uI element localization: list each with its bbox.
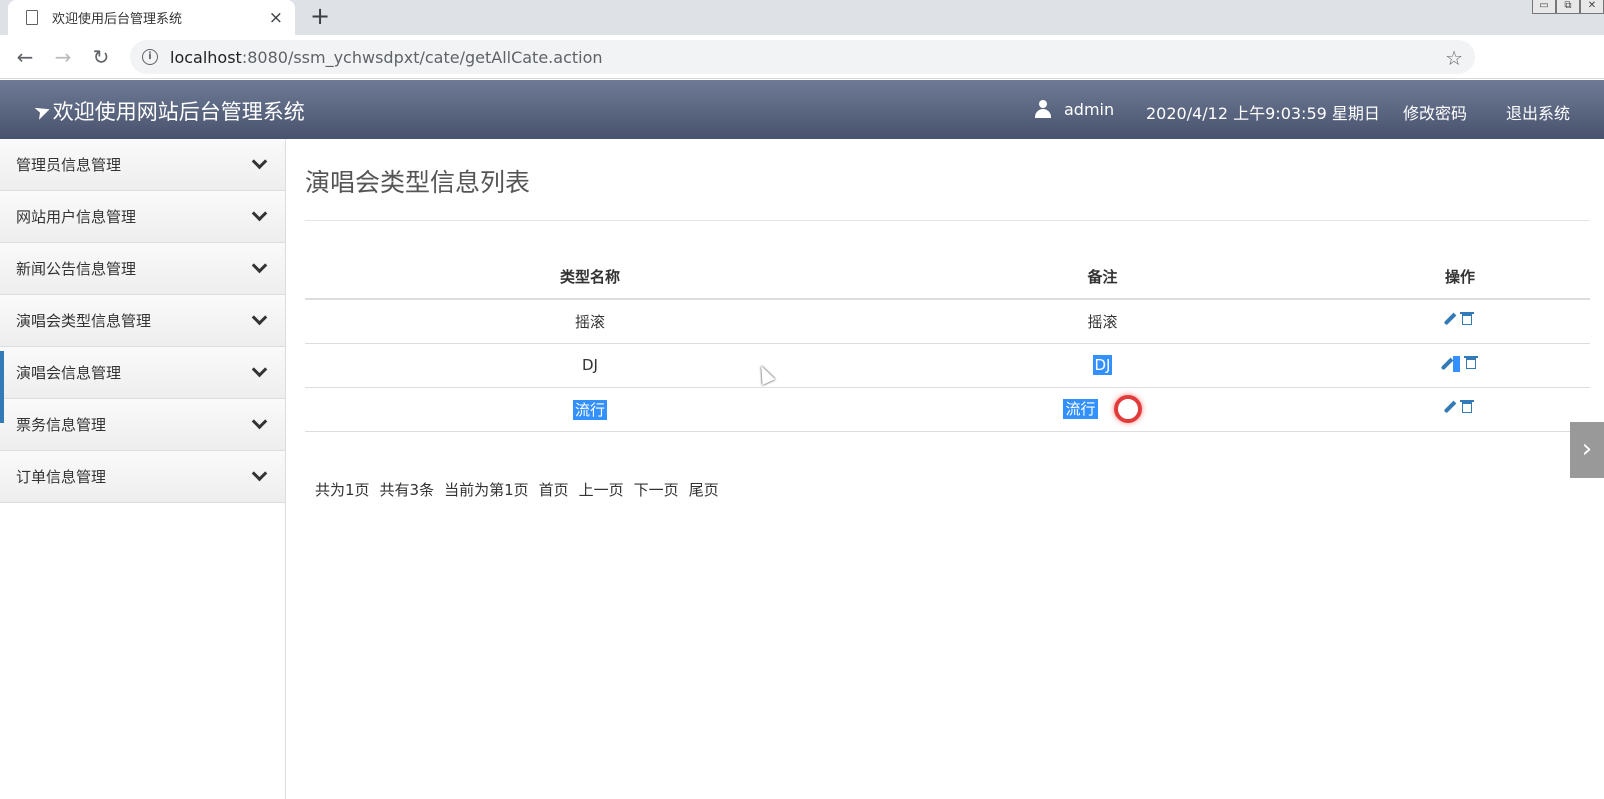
- sidebar-item-label: 订单信息管理: [16, 468, 107, 486]
- pager-total-count: 共有3条: [379, 481, 435, 499]
- trash-icon[interactable]: [1463, 356, 1478, 369]
- browser-tab-strip: 欢迎使用后台管理系统 × + ▭ ⧉ ✕: [0, 0, 1604, 35]
- divider: [305, 220, 1590, 221]
- address-bar[interactable]: i localhost :8080/ssm_ychwsdpxt/cate/get…: [130, 40, 1475, 74]
- tab-title: 欢迎使用后台管理系统: [52, 12, 183, 27]
- pencil-icon[interactable]: [1443, 400, 1457, 414]
- sidebar-item-label: 演唱会类型信息管理: [16, 312, 152, 330]
- column-header-note: 备注: [875, 255, 1330, 300]
- column-header-actions: 操作: [1330, 255, 1590, 300]
- current-user[interactable]: admin: [1034, 100, 1114, 119]
- datetime-display: 2020/4/12 上午9:03:59 星期日: [1146, 104, 1380, 123]
- chevron-down-icon: [251, 361, 268, 378]
- sidebar-item-news[interactable]: 新闻公告信息管理: [0, 243, 285, 295]
- sidebar-item-users[interactable]: 网站用户信息管理: [0, 191, 285, 243]
- category-table: 类型名称 备注 操作 摇滚 摇滚 DJ DJ 流行 流行: [305, 255, 1590, 432]
- cell-actions: [1330, 343, 1590, 388]
- restore-button[interactable]: ⧉: [1556, 0, 1580, 14]
- selected-text: 流行: [572, 399, 607, 420]
- brand[interactable]: ➤ 欢迎使用网站后台管理系统: [30, 96, 305, 126]
- column-header-name: 类型名称: [305, 255, 875, 300]
- pencil-icon[interactable]: [1443, 312, 1457, 326]
- chevron-down-icon: [251, 205, 268, 222]
- chevron-down-icon: [251, 413, 268, 430]
- chevron-down-icon: [251, 153, 268, 170]
- selection-highlight: [1452, 355, 1460, 372]
- pager-current: 当前为第1页: [444, 481, 529, 499]
- window-controls: ▭ ⧉ ✕: [1532, 0, 1604, 16]
- browser-tab[interactable]: 欢迎使用后台管理系统 ×: [8, 0, 295, 35]
- table-header-row: 类型名称 备注 操作: [305, 255, 1590, 300]
- table-row: DJ DJ: [305, 343, 1590, 388]
- pagination: 共为1页 共有3条 当前为第1页 首页 上一页 下一页 尾页: [315, 479, 719, 500]
- cell-actions: [1330, 387, 1590, 432]
- sidebar-active-marker: [0, 351, 4, 423]
- sidebar-item-tickets[interactable]: 票务信息管理: [0, 399, 285, 451]
- chevron-down-icon: [251, 257, 268, 274]
- trash-icon[interactable]: [1460, 399, 1474, 413]
- sidebar-item-label: 网站用户信息管理: [16, 208, 137, 226]
- pager-next-link[interactable]: 下一页: [634, 479, 679, 500]
- cell-name: 流行: [305, 387, 875, 432]
- sidebar-item-concerts[interactable]: 演唱会信息管理: [0, 347, 285, 399]
- bookmark-star-icon[interactable]: ☆: [1445, 46, 1463, 70]
- pager-total-pages: 共为1页: [315, 481, 370, 499]
- cell-note: DJ: [875, 343, 1330, 388]
- sidebar-item-label: 新闻公告信息管理: [16, 260, 137, 278]
- reload-icon[interactable]: ↻: [88, 44, 114, 70]
- table-row: 流行 流行: [305, 387, 1590, 432]
- page-icon: [26, 10, 38, 25]
- pager-last-link[interactable]: 尾页: [689, 479, 719, 500]
- cell-note: 摇滚: [875, 299, 1330, 344]
- sidebar-item-orders[interactable]: 订单信息管理: [0, 451, 285, 503]
- browser-toolbar: ← → ↻ i localhost :8080/ssm_ychwsdpxt/ca…: [0, 35, 1604, 103]
- trash-icon[interactable]: [1460, 311, 1474, 325]
- forward-arrow-icon[interactable]: →: [50, 44, 76, 70]
- chevron-down-icon: [251, 309, 268, 326]
- sidebar-item-label: 管理员信息管理: [16, 156, 122, 174]
- username: admin: [1064, 100, 1115, 119]
- new-tab-button[interactable]: +: [310, 2, 330, 30]
- sidebar-item-concert-types[interactable]: 演唱会类型信息管理: [0, 295, 285, 347]
- brand-title: 欢迎使用网站后台管理系统: [52, 100, 305, 124]
- pencil-icon[interactable]: [1440, 357, 1453, 370]
- cell-actions: [1330, 299, 1590, 344]
- pager-first-link[interactable]: 首页: [539, 479, 569, 500]
- cell-note: 流行: [875, 387, 1330, 432]
- pager-prev-link[interactable]: 上一页: [579, 479, 624, 500]
- minimize-button[interactable]: ▭: [1532, 0, 1556, 14]
- logout-link[interactable]: 退出系统: [1506, 100, 1570, 124]
- sidebar-item-label: 演唱会信息管理: [16, 364, 122, 382]
- back-arrow-icon[interactable]: ←: [12, 44, 38, 70]
- site-info-icon[interactable]: i: [142, 49, 158, 65]
- url-path: :8080/ssm_ychwsdpxt/cate/getAllCate.acti…: [241, 47, 603, 67]
- cell-name: 摇滚: [305, 299, 875, 344]
- close-window-button[interactable]: ✕: [1580, 0, 1604, 14]
- page-title: 演唱会类型信息列表: [305, 168, 531, 197]
- selected-text: DJ: [1092, 355, 1113, 375]
- paper-plane-icon: ➤: [30, 96, 55, 126]
- chevron-right-icon[interactable]: ›: [1570, 422, 1604, 478]
- url-host: localhost: [170, 47, 242, 67]
- selected-text: 流行: [1063, 398, 1098, 419]
- click-indicator: [1113, 395, 1142, 423]
- sidebar-item-label: 票务信息管理: [16, 416, 107, 434]
- table-row: 摇滚 摇滚: [305, 299, 1590, 344]
- app-header: ➤ 欢迎使用网站后台管理系统 admin 2020/4/12 上午9:03:59…: [0, 80, 1604, 139]
- chevron-down-icon: [251, 465, 268, 482]
- change-password-link[interactable]: 修改密码: [1403, 100, 1467, 124]
- tab-close-icon[interactable]: ×: [269, 8, 283, 28]
- cell-name: DJ: [305, 343, 875, 388]
- user-icon: [1034, 100, 1052, 118]
- sidebar: 管理员信息管理 网站用户信息管理 新闻公告信息管理 演唱会类型信息管理 演唱会信…: [0, 139, 286, 799]
- sidebar-item-admin[interactable]: 管理员信息管理: [0, 139, 285, 191]
